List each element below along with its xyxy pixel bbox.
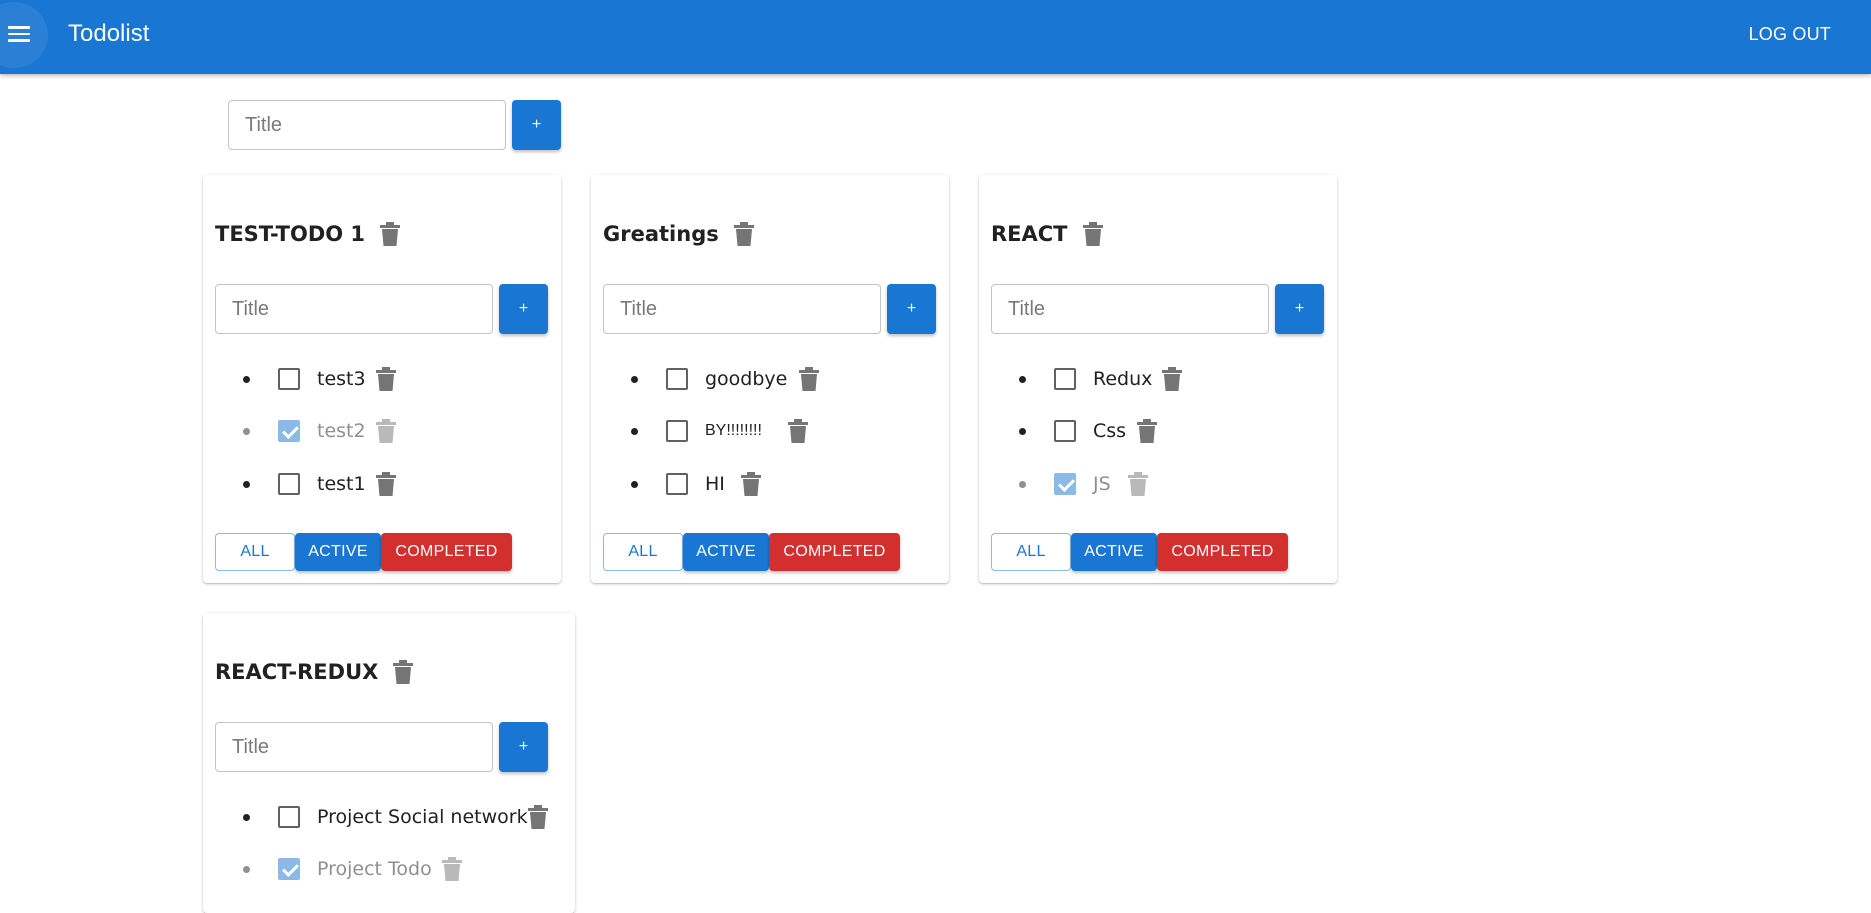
delete-task-icon[interactable] <box>1134 416 1160 446</box>
app-bar: Todolist LOG OUT <box>0 0 1871 74</box>
list-bullet <box>631 428 638 435</box>
delete-task-icon[interactable] <box>439 854 465 884</box>
task-title-input[interactable] <box>215 722 493 772</box>
logout-button[interactable]: LOG OUT <box>1749 24 1831 45</box>
delete-task-icon[interactable] <box>373 469 399 499</box>
todolist-title[interactable]: TEST-TODO 1 <box>215 222 365 246</box>
todolist-title[interactable]: REACT <box>991 222 1068 246</box>
task-checkbox[interactable] <box>666 420 688 442</box>
task-title[interactable]: Project Social network <box>317 806 528 828</box>
list-bullet <box>1019 428 1026 435</box>
app-title: Todolist <box>68 20 150 47</box>
delete-task-icon[interactable] <box>373 416 399 446</box>
filter-all-button[interactable]: ALL <box>991 533 1071 571</box>
task-title[interactable]: test3 <box>317 368 366 390</box>
delete-task-icon[interactable] <box>785 416 811 446</box>
add-task-button[interactable]: + <box>1275 284 1324 334</box>
filter-buttons: ALL ACTIVE COMPLETED <box>215 533 512 571</box>
delete-task-icon[interactable] <box>373 364 399 394</box>
task-title[interactable]: Project Todo <box>317 858 432 880</box>
task-title-input[interactable] <box>215 284 493 334</box>
task-checkbox[interactable] <box>278 858 300 880</box>
task-title[interactable]: Css <box>1093 420 1126 442</box>
menu-icon <box>8 26 30 42</box>
todolist-card: REACT-REDUX + Project Social network Pro… <box>203 613 575 913</box>
menu-button[interactable] <box>0 0 48 68</box>
list-bullet <box>243 866 250 873</box>
delete-task-icon[interactable] <box>738 469 764 499</box>
filter-active-button[interactable]: ACTIVE <box>683 533 769 571</box>
filter-completed-button[interactable]: COMPLETED <box>769 533 900 571</box>
filter-completed-button[interactable]: COMPLETED <box>1157 533 1288 571</box>
list-bullet <box>631 481 638 488</box>
filter-completed-button[interactable]: COMPLETED <box>381 533 512 571</box>
task-checkbox[interactable] <box>666 368 688 390</box>
list-bullet <box>243 481 250 488</box>
filter-active-button[interactable]: ACTIVE <box>1071 533 1157 571</box>
todolist-card: REACT + Redux Css JS ALL ACTIVE COMPLETE… <box>979 175 1337 583</box>
task-title[interactable]: JS <box>1093 473 1111 495</box>
task-title[interactable]: test2 <box>317 420 366 442</box>
list-bullet <box>1019 376 1026 383</box>
filter-all-button[interactable]: ALL <box>603 533 683 571</box>
task-title[interactable]: HI <box>705 473 725 495</box>
add-todolist-button[interactable]: + <box>512 100 561 150</box>
task-checkbox[interactable] <box>666 473 688 495</box>
task-title[interactable]: BY!!!!!!!! <box>705 422 762 440</box>
filter-all-button[interactable]: ALL <box>215 533 295 571</box>
task-title[interactable]: goodbye <box>705 368 787 390</box>
task-title-input[interactable] <box>603 284 881 334</box>
delete-task-icon[interactable] <box>796 364 822 394</box>
task-checkbox[interactable] <box>278 473 300 495</box>
delete-todolist-icon[interactable] <box>377 219 403 249</box>
list-bullet <box>243 428 250 435</box>
delete-todolist-icon[interactable] <box>1080 219 1106 249</box>
delete-task-icon[interactable] <box>1159 364 1185 394</box>
task-title[interactable]: Redux <box>1093 368 1152 390</box>
task-checkbox[interactable] <box>1054 420 1076 442</box>
task-checkbox[interactable] <box>278 368 300 390</box>
todolist-card: Greatings + goodbye BY!!!!!!!! HI ALL AC… <box>591 175 949 583</box>
delete-todolist-icon[interactable] <box>731 219 757 249</box>
todolist-card: TEST-TODO 1 + test3 test2 test1 ALL ACTI… <box>203 175 561 583</box>
new-todolist-title-input[interactable] <box>228 100 506 150</box>
delete-task-icon[interactable] <box>1125 469 1151 499</box>
filter-buttons: ALL ACTIVE COMPLETED <box>991 533 1288 571</box>
task-checkbox[interactable] <box>1054 368 1076 390</box>
todolist-title[interactable]: Greatings <box>603 222 719 246</box>
list-bullet <box>243 376 250 383</box>
filter-active-button[interactable]: ACTIVE <box>295 533 381 571</box>
task-title[interactable]: test1 <box>317 473 366 495</box>
add-task-button[interactable]: + <box>499 284 548 334</box>
add-task-button[interactable]: + <box>499 722 548 772</box>
list-bullet <box>1019 481 1026 488</box>
delete-todolist-icon[interactable] <box>390 657 416 687</box>
add-task-button[interactable]: + <box>887 284 936 334</box>
task-title-input[interactable] <box>991 284 1269 334</box>
delete-task-icon[interactable] <box>525 802 551 832</box>
task-checkbox[interactable] <box>278 806 300 828</box>
task-checkbox[interactable] <box>278 420 300 442</box>
todolist-title[interactable]: REACT-REDUX <box>215 660 378 684</box>
filter-buttons: ALL ACTIVE COMPLETED <box>603 533 900 571</box>
task-checkbox[interactable] <box>1054 473 1076 495</box>
list-bullet <box>243 814 250 821</box>
list-bullet <box>631 376 638 383</box>
